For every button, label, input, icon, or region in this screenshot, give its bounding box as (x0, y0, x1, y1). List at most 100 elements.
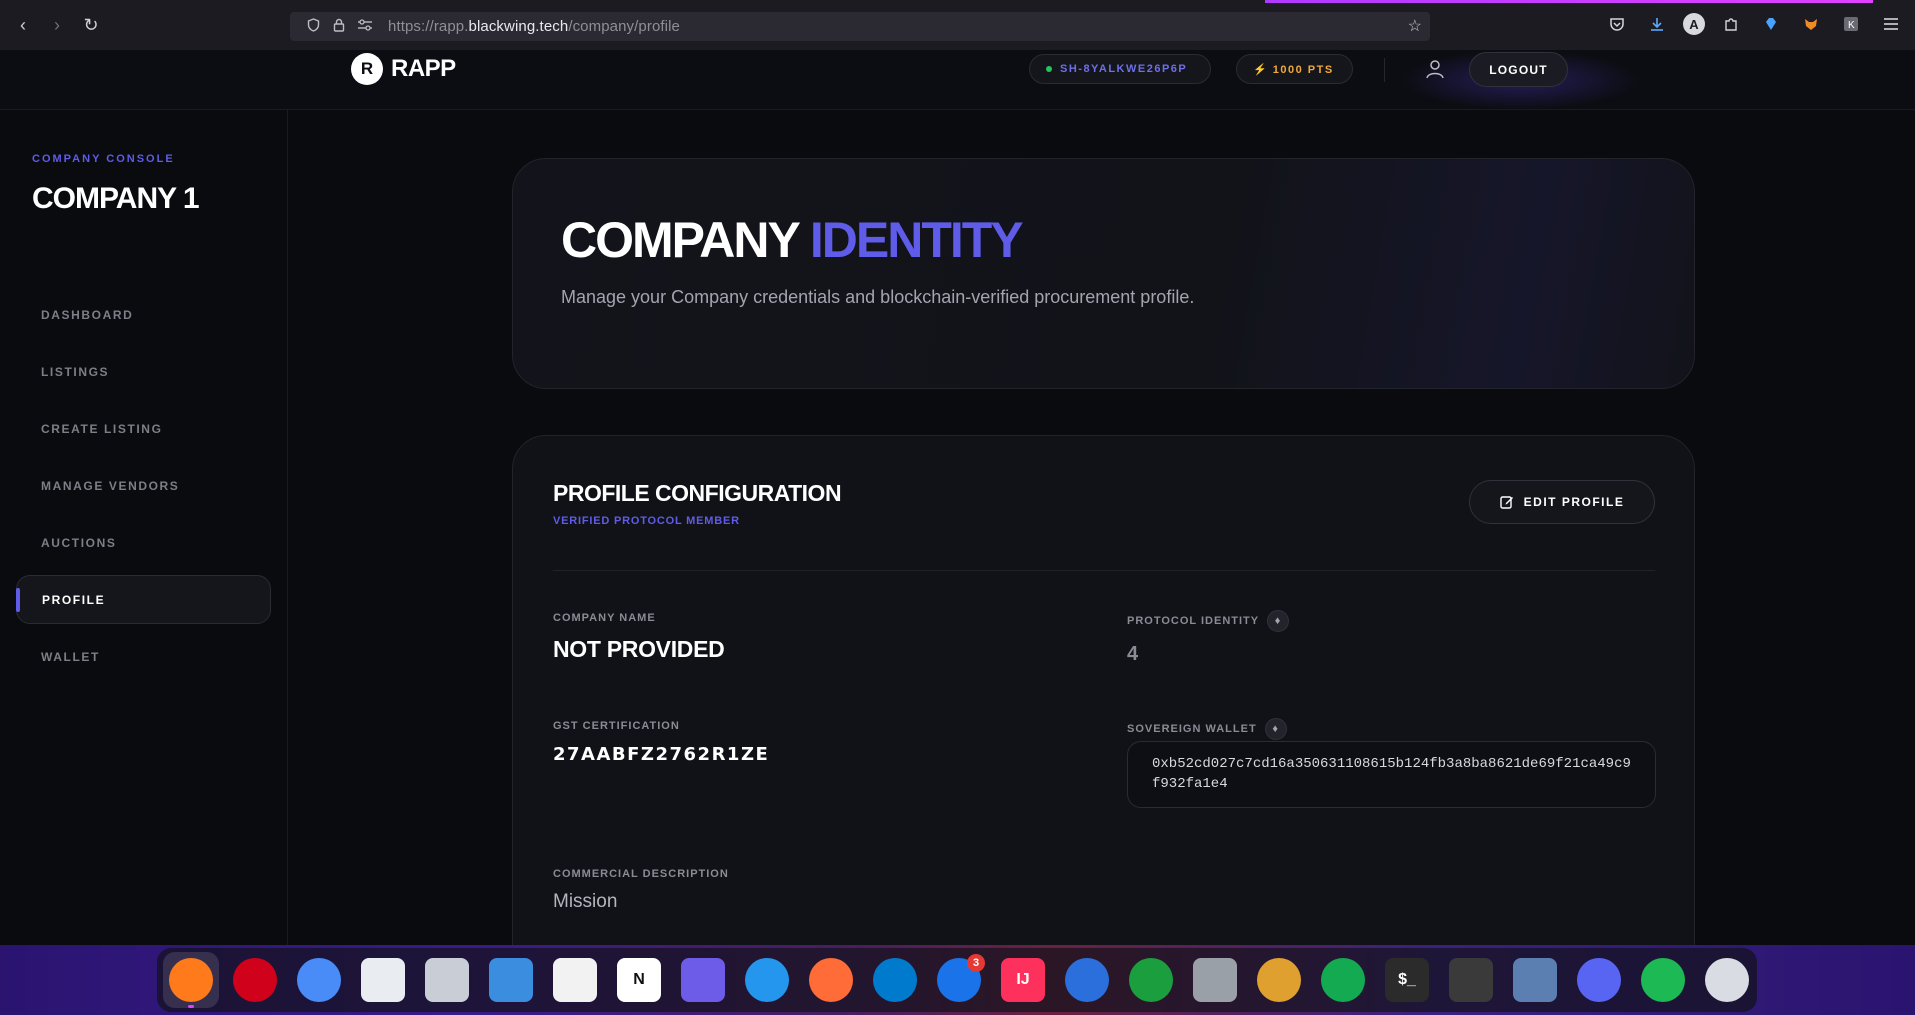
text-editor-icon (553, 958, 597, 1002)
logo-text: RAPP (391, 55, 456, 82)
user-icon[interactable] (1424, 58, 1446, 80)
toggle-app-icon (1449, 958, 1493, 1002)
account-avatar-icon[interactable]: A (1683, 13, 1705, 35)
gst-value: 27AABFZ2762R1ZE (553, 744, 770, 765)
extensions-puzzle-icon[interactable] (1717, 10, 1745, 38)
page-load-progress (1265, 0, 1873, 3)
fox-extension-icon[interactable] (1797, 10, 1825, 38)
sidebar-item-listings[interactable]: LISTINGS (16, 347, 271, 396)
company-title: COMPANY 1 (32, 182, 200, 215)
edit-profile-button[interactable]: EDIT PROFILE (1469, 480, 1655, 524)
ethereum-icon: ♦ (1264, 718, 1287, 740)
points-text: ⚡ 1000 PTS (1253, 63, 1334, 76)
dbeaver-icon (1257, 958, 1301, 1002)
config-divider (553, 570, 1655, 571)
logo-mark-icon: R (351, 53, 383, 85)
dock-app-firefox[interactable] (163, 952, 219, 1008)
document-viewer-icon (489, 958, 533, 1002)
identity-hero-card: COMPANY IDENTITY Manage your Company cre… (512, 158, 1695, 389)
opera-icon (233, 958, 277, 1002)
page-title: COMPANY IDENTITY (561, 211, 1024, 269)
bookmark-star-icon[interactable]: ☆ (1408, 16, 1422, 36)
gst-label: GST CERTIFICATION (553, 720, 680, 732)
shield-icon[interactable] (302, 18, 324, 35)
dock-app-document-viewer[interactable] (483, 952, 539, 1008)
mongodb-compass-icon (1321, 958, 1365, 1002)
dock-app-android-studio[interactable]: 3 (931, 952, 987, 1008)
sidebar-item-auctions[interactable]: AUCTIONS (16, 518, 271, 567)
dock-app-archive-manager[interactable] (419, 952, 475, 1008)
files-icon (361, 958, 405, 1002)
dock-app-files[interactable] (355, 952, 411, 1008)
sidebar-nav: DASHBOARD LISTINGS CREATE LISTING MANAGE… (16, 290, 271, 689)
taskbar-dock: N 3 IJ $_ (157, 948, 1757, 1012)
logout-button[interactable]: LOGOUT (1469, 52, 1568, 87)
dock-app-opera[interactable] (227, 952, 283, 1008)
lock-icon[interactable] (328, 18, 350, 35)
vscode-icon (873, 958, 917, 1002)
company-name-label: COMPANY NAME (553, 612, 656, 624)
dock-app-toggle-app[interactable] (1443, 952, 1499, 1008)
gem-extension-icon[interactable] (1757, 10, 1785, 38)
back-icon[interactable]: ‹ (8, 10, 38, 40)
protocol-identity-label: PROTOCOL IDENTITY ♦ (1127, 610, 1290, 632)
dock-app-trash[interactable] (1699, 952, 1755, 1008)
dock-app-mongodb-compass[interactable] (1315, 952, 1371, 1008)
dock-app-spotify[interactable] (1635, 952, 1691, 1008)
dock-app-postman[interactable] (803, 952, 859, 1008)
archive-manager-icon (425, 958, 469, 1002)
dock-app-notion[interactable]: N (611, 952, 667, 1008)
points-badge[interactable]: ⚡ 1000 PTS (1236, 54, 1353, 84)
permissions-icon[interactable] (354, 19, 376, 34)
page-title-accent: IDENTITY (809, 212, 1024, 268)
status-dot-icon (1046, 66, 1052, 72)
dock-app-dbeaver[interactable] (1251, 952, 1307, 1008)
dock-app-unity[interactable] (1187, 952, 1243, 1008)
downloads-icon[interactable] (1643, 10, 1671, 38)
browser-toolbar: ‹ › ↻ https://rapp.blackwing.tech/compan… (0, 0, 1915, 50)
dock-app-terminal[interactable]: $_ (1379, 952, 1435, 1008)
notification-badge: 3 (967, 954, 985, 972)
description-label: COMMERCIAL DESCRIPTION (553, 868, 729, 880)
dock-app-vscode[interactable] (867, 952, 923, 1008)
protocol-identity-value: 4 (1127, 643, 1139, 665)
forward-icon[interactable]: › (42, 10, 72, 40)
edit-profile-label: EDIT PROFILE (1523, 495, 1625, 509)
url-text[interactable]: https://rapp.blackwing.tech/company/prof… (388, 18, 680, 35)
app-logo[interactable]: R RAPP (351, 53, 456, 85)
pocket-icon[interactable] (1603, 10, 1631, 38)
sidebar-item-profile[interactable]: PROFILE (16, 575, 271, 624)
description-value: Mission (553, 891, 618, 912)
page-title-main: COMPANY (561, 212, 800, 268)
postman-icon (809, 958, 853, 1002)
address-bar[interactable]: https://rapp.blackwing.tech/company/prof… (290, 12, 1430, 41)
system-monitor-icon (1513, 958, 1557, 1002)
wallet-address-field[interactable]: 0xb52cd027c7cd16a350631108615b124fb3a8ba… (1127, 741, 1656, 808)
spotify-icon (1641, 958, 1685, 1002)
company-name-label-text: COMPANY NAME (553, 612, 656, 624)
wallet-id-badge[interactable]: SH-8YALKWE26P6P (1029, 54, 1211, 84)
menu-icon[interactable] (1877, 10, 1905, 38)
dock-app-intellij[interactable]: IJ (995, 952, 1051, 1008)
dock-app-app-store[interactable] (1059, 952, 1115, 1008)
sidebar-item-manage-vendors[interactable]: MANAGE VENDORS (16, 461, 271, 510)
dock-app-text-editor[interactable] (547, 952, 603, 1008)
dock-app-system-monitor[interactable] (1507, 952, 1563, 1008)
dock-app-docker[interactable] (739, 952, 795, 1008)
sidebar-item-dashboard[interactable]: DASHBOARD (16, 290, 271, 339)
sovereign-wallet-label-text: SOVEREIGN WALLET (1127, 723, 1257, 735)
dock-app-discord[interactable] (1571, 952, 1627, 1008)
robo3t-icon (1129, 958, 1173, 1002)
sidebar-item-wallet[interactable]: WALLET (16, 632, 271, 681)
intellij-icon: IJ (1001, 958, 1045, 1002)
reload-icon[interactable]: ↻ (76, 10, 106, 40)
k-extension-icon[interactable]: K (1837, 10, 1865, 38)
app-header (0, 50, 1915, 110)
main-content: COMPANY IDENTITY Manage your Company cre… (289, 110, 1915, 945)
edit-icon (1499, 496, 1513, 509)
sidebar-item-create-listing[interactable]: CREATE LISTING (16, 404, 271, 453)
dock-app-chromium[interactable] (291, 952, 347, 1008)
dock-app-planner[interactable] (675, 952, 731, 1008)
unity-icon (1193, 958, 1237, 1002)
dock-app-robo3t[interactable] (1123, 952, 1179, 1008)
